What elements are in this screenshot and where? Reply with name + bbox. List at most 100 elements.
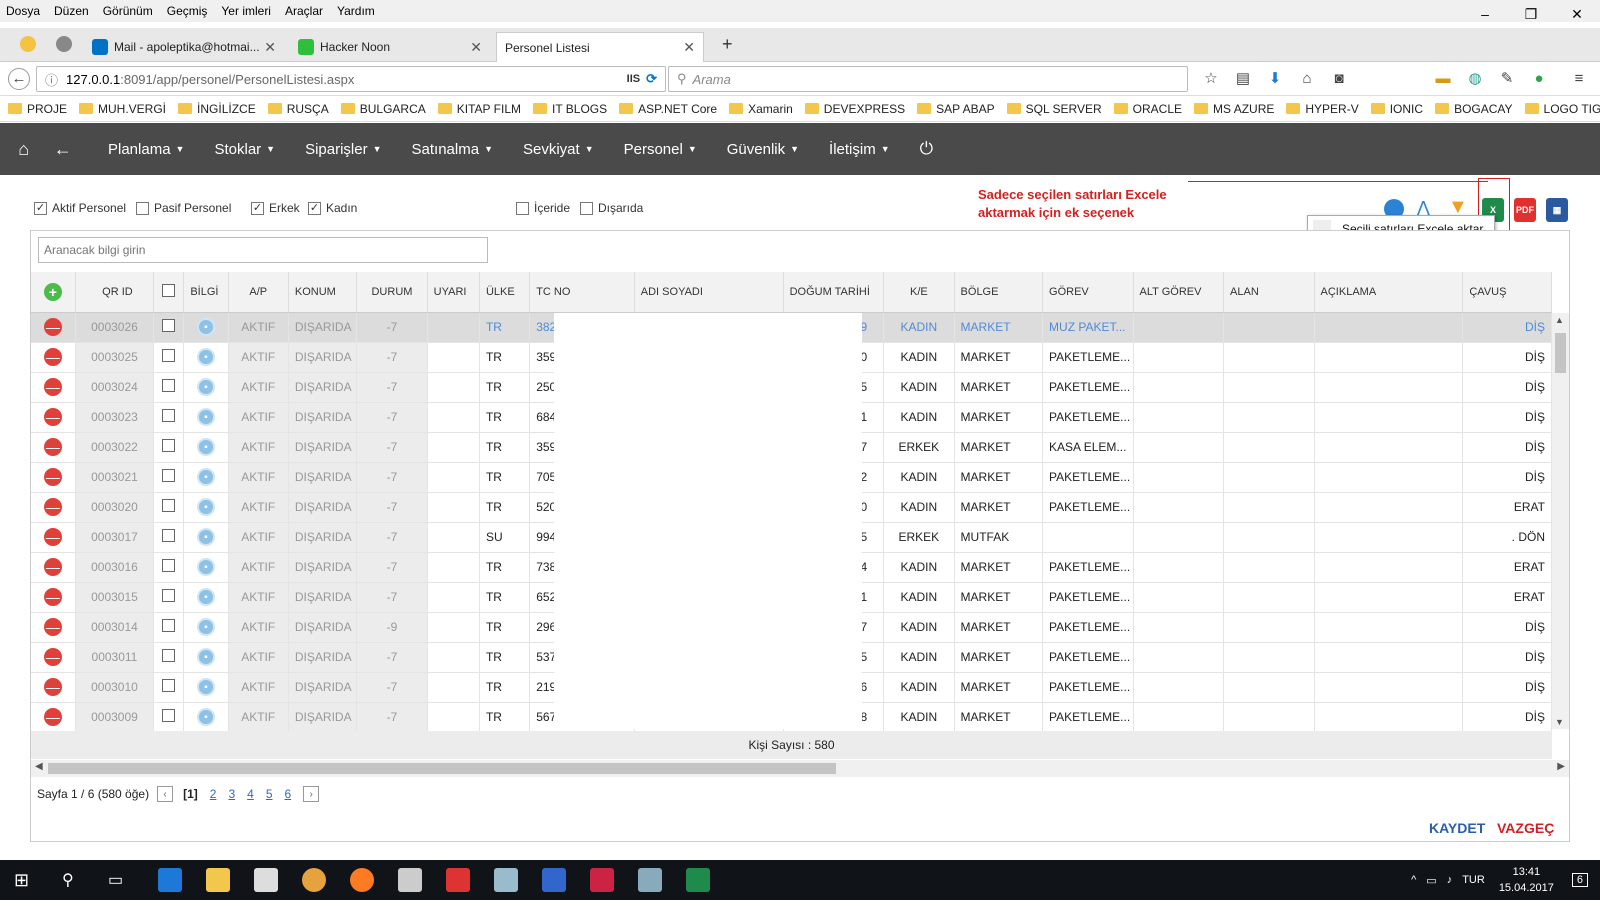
bookmark-folder[interactable]: RUSÇA: [267, 102, 329, 116]
info-icon[interactable]: ▪: [196, 558, 215, 576]
home-icon[interactable]: ⌂: [18, 139, 29, 160]
windows-start-icon[interactable]: ⊞: [14, 870, 29, 891]
row-checkbox[interactable]: [162, 319, 176, 332]
tab-mail[interactable]: Mail - apoleptika@hotmai... ✕: [84, 32, 284, 62]
filter-checkbox[interactable]: [516, 201, 529, 215]
column-header[interactable]: ÇAVUŞ: [1462, 272, 1552, 313]
pocket-icon[interactable]: ◙: [1328, 68, 1350, 90]
row-checkbox[interactable]: [162, 409, 176, 422]
delete-row-icon[interactable]: —: [43, 438, 62, 456]
close-tab-icon[interactable]: ✕: [470, 39, 482, 56]
close-tab-icon[interactable]: ✕: [683, 39, 695, 56]
info-icon[interactable]: ▪: [196, 408, 215, 426]
addon-icon[interactable]: ●: [1528, 68, 1550, 90]
close-button[interactable]: ✕: [1554, 0, 1600, 28]
row-checkbox[interactable]: [162, 649, 176, 662]
bookmark-folder[interactable]: LOGO TIGER: [1524, 102, 1600, 116]
bookmark-folder[interactable]: MS AZURE: [1194, 102, 1274, 116]
visual-studio-code-icon[interactable]: [590, 868, 614, 892]
column-header[interactable]: K/E: [883, 272, 955, 313]
row-checkbox[interactable]: [162, 439, 176, 452]
language-indicator[interactable]: TUR: [1462, 874, 1485, 886]
tools-icon[interactable]: ✎: [1496, 68, 1518, 90]
save-button[interactable]: KAYDET: [1429, 820, 1485, 836]
page-link-3[interactable]: 3: [228, 787, 235, 801]
column-header-qr-id[interactable]: QR ID: [75, 272, 155, 313]
bookmark-folder[interactable]: PROJE: [8, 102, 67, 116]
new-tab-icon[interactable]: +: [722, 34, 733, 55]
delete-row-icon[interactable]: —: [43, 378, 62, 396]
menu-item-0[interactable]: Dosya: [6, 4, 40, 18]
volume-icon[interactable]: ♪: [1447, 874, 1453, 886]
column-header[interactable]: KONUM: [288, 272, 358, 313]
row-checkbox[interactable]: [162, 589, 176, 602]
page-link-4[interactable]: 4: [247, 787, 254, 801]
bookmark-folder[interactable]: ASP.NET Core: [619, 102, 717, 116]
delete-row-icon[interactable]: —: [43, 498, 62, 516]
page-link-2[interactable]: 2: [210, 787, 217, 801]
info-icon[interactable]: ▪: [196, 618, 215, 636]
firefox-icon[interactable]: [350, 868, 374, 892]
column-header[interactable]: AÇIKLAMA: [1314, 272, 1464, 313]
delete-row-icon[interactable]: —: [43, 708, 62, 726]
menu-item-6[interactable]: Yardım: [337, 4, 375, 18]
info-icon[interactable]: ▪: [196, 438, 215, 456]
bookmark-folder[interactable]: IONIC: [1370, 102, 1423, 116]
app-icon-4[interactable]: [638, 868, 662, 892]
bookmark-folder[interactable]: BULGARCA: [340, 102, 426, 116]
filter-checkbox[interactable]: [580, 201, 593, 215]
bookmark-folder[interactable]: IT BLOGS: [533, 102, 607, 116]
info-icon[interactable]: ▪: [196, 498, 215, 516]
edge-icon[interactable]: [158, 868, 182, 892]
row-checkbox[interactable]: [162, 469, 176, 482]
bookmark-folder[interactable]: SAP ABAP: [917, 102, 995, 116]
nav-menu-0[interactable]: Planlama ▼: [108, 141, 184, 158]
app-icon-3[interactable]: [542, 868, 566, 892]
bookmark-folder[interactable]: Xamarin: [729, 102, 793, 116]
menu-item-2[interactable]: Görünüm: [103, 4, 153, 18]
scroll-thumb[interactable]: [1555, 333, 1566, 373]
bookmark-folder[interactable]: ORACLE: [1113, 102, 1182, 116]
row-checkbox[interactable]: [162, 379, 176, 392]
nav-menu-6[interactable]: Güvenlik ▼: [727, 141, 799, 158]
pinned-tab-icon[interactable]: [56, 36, 72, 52]
menu-item-1[interactable]: Düzen: [54, 4, 89, 18]
close-tab-icon[interactable]: ✕: [264, 39, 276, 56]
horizontal-scroll-thumb[interactable]: [48, 763, 836, 774]
back-icon[interactable]: ←: [8, 68, 30, 90]
task-view-icon[interactable]: ▭: [108, 870, 123, 890]
menu-item-3[interactable]: Geçmiş: [167, 4, 208, 18]
bookmark-folder[interactable]: KITAP FILM: [437, 102, 521, 116]
bookmark-folder[interactable]: HYPER-V: [1286, 102, 1359, 116]
nav-menu-1[interactable]: Stoklar ▼: [214, 141, 275, 158]
page-link-6[interactable]: 6: [285, 787, 292, 801]
row-checkbox[interactable]: [162, 679, 176, 692]
maximize-button[interactable]: ❐: [1508, 0, 1554, 28]
pdf-icon[interactable]: PDF: [1514, 198, 1536, 222]
nav-menu-2[interactable]: Siparişler ▼: [305, 141, 381, 158]
filter-1[interactable]: Pasif Personel: [136, 201, 231, 215]
delete-row-icon[interactable]: —: [43, 318, 62, 336]
weather-icon[interactable]: [20, 36, 36, 52]
scroll-down-icon[interactable]: ▼: [1555, 717, 1564, 727]
chrome-icon[interactable]: [302, 868, 326, 892]
next-page-icon[interactable]: ›: [303, 786, 320, 802]
network-icon[interactable]: ▭: [1426, 874, 1436, 887]
app-icon-2[interactable]: [494, 868, 518, 892]
nav-menu-7[interactable]: İletişim ▼: [829, 141, 890, 158]
bookmark-folder[interactable]: MUH.VERGİ: [79, 102, 166, 116]
nav-menu-5[interactable]: Personel ▼: [624, 141, 697, 158]
delete-row-icon[interactable]: —: [43, 348, 62, 366]
filter-checkbox[interactable]: [136, 201, 149, 215]
file-explorer-icon[interactable]: [206, 868, 230, 892]
filter-checkbox[interactable]: ✓: [251, 201, 264, 215]
row-checkbox[interactable]: [162, 709, 176, 722]
select-all-checkbox[interactable]: [162, 283, 176, 297]
delete-row-icon[interactable]: —: [43, 408, 62, 426]
delete-row-icon[interactable]: —: [43, 588, 62, 606]
info-icon[interactable]: ▪: [196, 708, 215, 726]
delete-row-icon[interactable]: —: [43, 558, 62, 576]
info-icon[interactable]: ▪: [196, 468, 215, 486]
column-header[interactable]: ALAN: [1223, 272, 1315, 313]
url-bar[interactable]: ⓘ 127.0.0.1:8091/app/personel/PersonelLi…: [36, 66, 666, 92]
